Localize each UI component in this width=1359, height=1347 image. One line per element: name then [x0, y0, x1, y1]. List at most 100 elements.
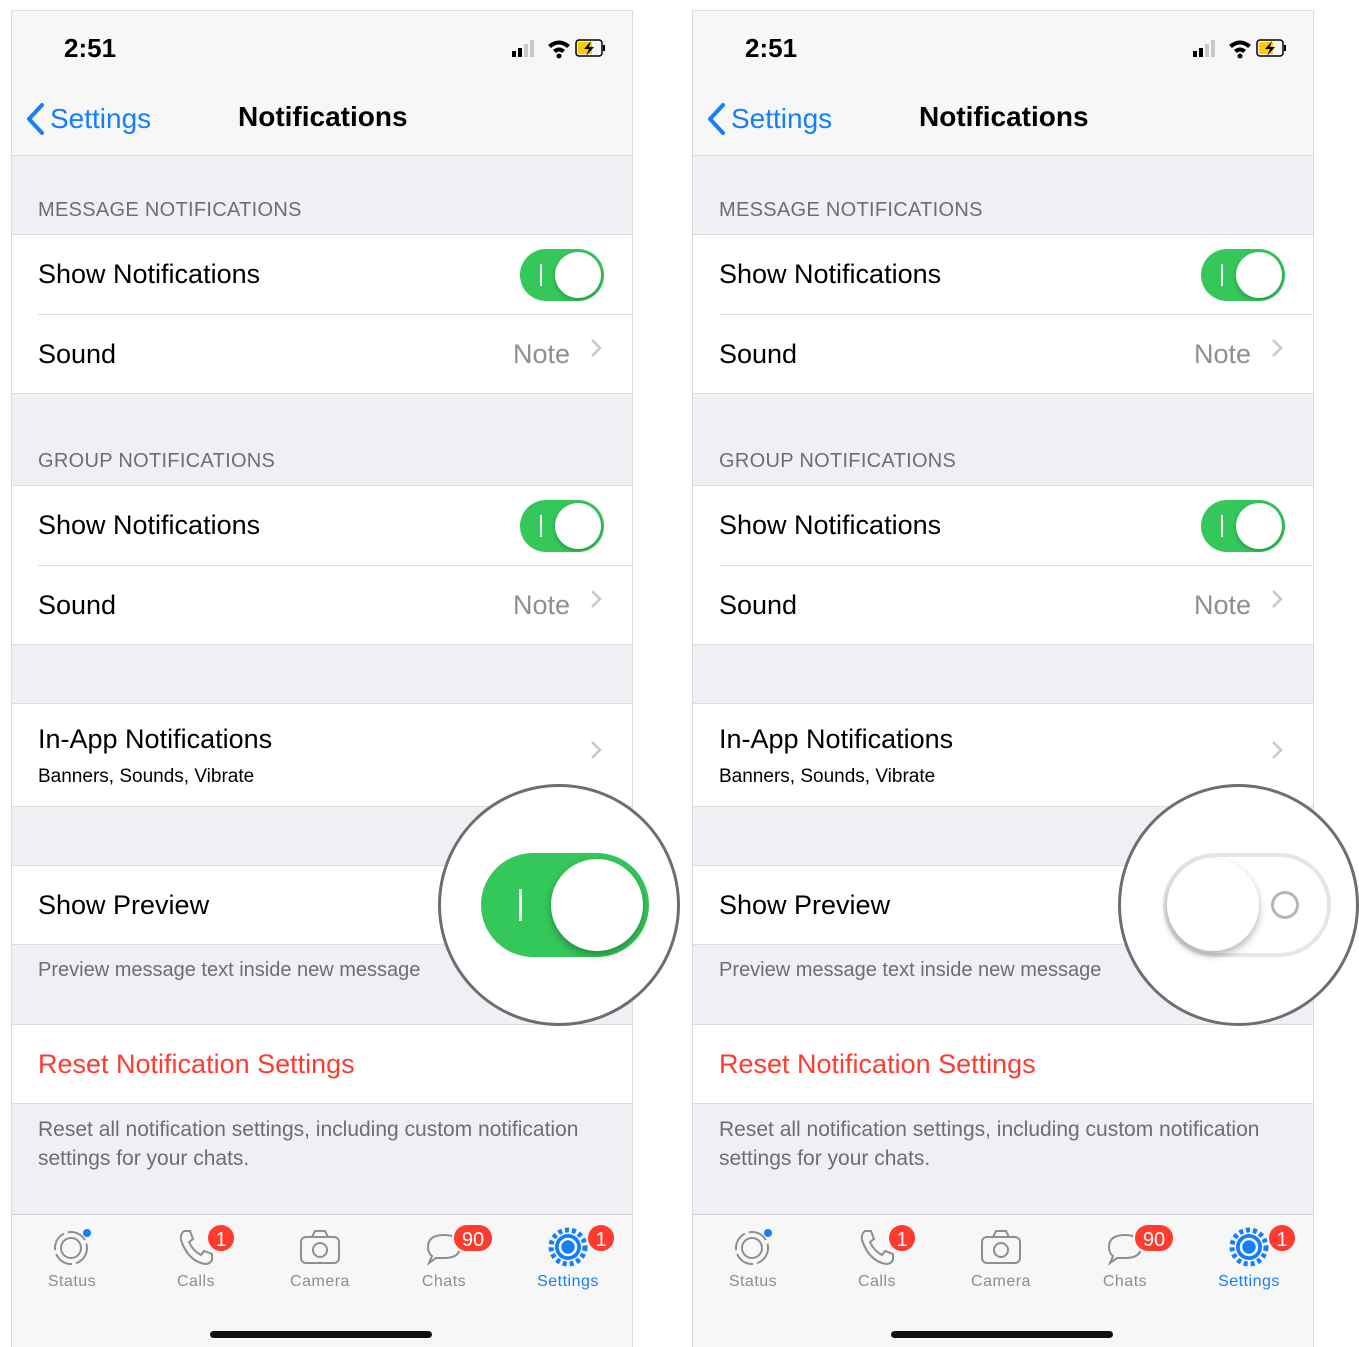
group-notifications-group: Show Notifications Sound Note	[12, 485, 632, 645]
tab-status[interactable]: Status	[703, 1225, 803, 1291]
magnifier-callout-left	[438, 784, 680, 1026]
sound-label: Sound	[719, 590, 798, 620]
battery-charging-icon	[575, 39, 605, 57]
tab-bar: Status Calls 1 Camera Chats 90 Settings …	[693, 1214, 1313, 1347]
home-indicator	[210, 1331, 432, 1338]
tab-label: Status	[728, 1273, 778, 1290]
sound-label: Sound	[38, 339, 117, 369]
page-title: Notifications	[919, 101, 1089, 132]
navigation-bar: Settings Notifications	[12, 87, 632, 156]
tab-label: Settings	[537, 1273, 599, 1290]
tab-status[interactable]: Status	[22, 1225, 122, 1291]
message-show-notifications-toggle[interactable]	[520, 249, 604, 301]
reset-footer: Reset all notification settings, includi…	[38, 1118, 579, 1170]
tab-label: Calls	[857, 1273, 897, 1290]
tab-chats[interactable]: Chats 90	[1075, 1223, 1175, 1291]
status-icon	[54, 1229, 91, 1265]
status-icons	[1193, 37, 1289, 66]
calls-badge: 1	[206, 1223, 236, 1253]
status-time: 2:51	[64, 33, 117, 63]
chevron-right-icon	[1272, 339, 1283, 357]
tab-label: Camera	[290, 1273, 350, 1290]
show-notifications-label: Show Notifications	[719, 259, 942, 289]
magnifier-callout-right	[1118, 784, 1359, 1026]
sound-value: Note	[512, 590, 570, 620]
settings-badge: 1	[586, 1223, 616, 1253]
section-header-group: GROUP NOTIFICATIONS	[719, 450, 957, 472]
wifi-icon	[1229, 40, 1251, 59]
sound-label: Sound	[38, 590, 117, 620]
status-icons	[512, 37, 608, 66]
tab-calls[interactable]: Calls 1	[827, 1223, 927, 1291]
show-preview-toggle[interactable]	[481, 853, 649, 957]
battery-charging-icon	[1256, 39, 1286, 57]
chevron-left-icon	[27, 103, 44, 135]
tab-label: Calls	[176, 1273, 216, 1290]
camera-icon	[300, 1230, 340, 1264]
show-notifications-label: Show Notifications	[719, 510, 942, 540]
phone-screen-left: 2:51 Settings Notifications MESSAGE NOTI…	[11, 10, 633, 1347]
page-title: Notifications	[238, 101, 408, 132]
message-notifications-group: Show Notifications Sound Note	[693, 234, 1313, 394]
show-preview-toggle[interactable]	[1163, 853, 1331, 957]
group-sound-row[interactable]: Sound Note	[693, 566, 1313, 644]
message-notifications-group: Show Notifications Sound Note	[12, 234, 632, 394]
camera-icon	[981, 1230, 1021, 1264]
message-sound-row[interactable]: Sound Note	[12, 315, 632, 393]
settings-badge: 1	[1267, 1223, 1297, 1253]
back-label: Settings	[50, 103, 152, 134]
tab-label: Chats	[1102, 1273, 1148, 1290]
chevron-right-icon	[1272, 741, 1283, 759]
home-indicator	[891, 1331, 1113, 1338]
back-label: Settings	[731, 103, 833, 134]
navigation-bar: Settings Notifications	[693, 87, 1313, 156]
section-header-message: MESSAGE NOTIFICATIONS	[719, 199, 983, 221]
cellular-signal-icon	[1193, 40, 1215, 57]
chevron-right-icon	[591, 339, 602, 357]
tab-label: Settings	[1218, 1273, 1280, 1290]
in-app-notifications-subtitle: Banners, Sounds, Vibrate	[719, 766, 936, 787]
tab-label: Chats	[421, 1273, 467, 1290]
reset-footer: Reset all notification settings, includi…	[719, 1118, 1260, 1170]
back-button[interactable]: Settings	[707, 99, 832, 139]
chevron-left-icon	[708, 103, 725, 135]
chats-badge: 90	[452, 1223, 494, 1253]
show-preview-label: Show Preview	[719, 890, 891, 920]
tab-calls[interactable]: Calls 1	[146, 1223, 246, 1291]
cellular-signal-icon	[512, 40, 534, 57]
status-icon	[735, 1229, 772, 1265]
sound-label: Sound	[719, 339, 798, 369]
chevron-right-icon	[591, 741, 602, 759]
settings-icon	[548, 1227, 588, 1267]
tab-settings[interactable]: Settings 1	[518, 1223, 618, 1291]
tab-camera[interactable]: Camera	[270, 1225, 370, 1291]
back-button[interactable]: Settings	[26, 99, 151, 139]
in-app-notifications-label: In-App Notifications	[38, 724, 273, 754]
phone-screen-right: 2:51 Settings Notifications MESSAGE NOTI…	[692, 10, 1314, 1347]
status-bar: 2:51	[693, 11, 1313, 87]
message-sound-row[interactable]: Sound Note	[693, 315, 1313, 393]
group-show-notifications-toggle[interactable]	[1201, 500, 1285, 552]
reset-label: Reset Notification Settings	[38, 1049, 355, 1079]
tab-label: Status	[47, 1273, 97, 1290]
reset-notification-settings-button[interactable]: Reset Notification Settings	[12, 1024, 632, 1104]
group-notifications-group: Show Notifications Sound Note	[693, 485, 1313, 645]
tab-camera[interactable]: Camera	[951, 1225, 1051, 1291]
show-notifications-label: Show Notifications	[38, 259, 261, 289]
status-bar: 2:51	[12, 11, 632, 87]
group-show-notifications-toggle[interactable]	[520, 500, 604, 552]
message-show-notifications-toggle[interactable]	[1201, 249, 1285, 301]
sound-value: Note	[512, 339, 570, 369]
chats-badge: 90	[1133, 1223, 1175, 1253]
sound-value: Note	[1193, 339, 1251, 369]
group-sound-row[interactable]: Sound Note	[12, 566, 632, 644]
wifi-icon	[548, 40, 570, 59]
show-notifications-label: Show Notifications	[38, 510, 261, 540]
in-app-notifications-label: In-App Notifications	[719, 724, 954, 754]
in-app-notifications-subtitle: Banners, Sounds, Vibrate	[38, 766, 255, 787]
tab-bar: Status Calls 1 Camera Chats 90 Settings …	[12, 1214, 632, 1347]
tab-settings[interactable]: Settings 1	[1199, 1223, 1299, 1291]
reset-notification-settings-button[interactable]: Reset Notification Settings	[693, 1024, 1313, 1104]
tab-chats[interactable]: Chats 90	[394, 1223, 494, 1291]
reset-label: Reset Notification Settings	[719, 1049, 1036, 1079]
